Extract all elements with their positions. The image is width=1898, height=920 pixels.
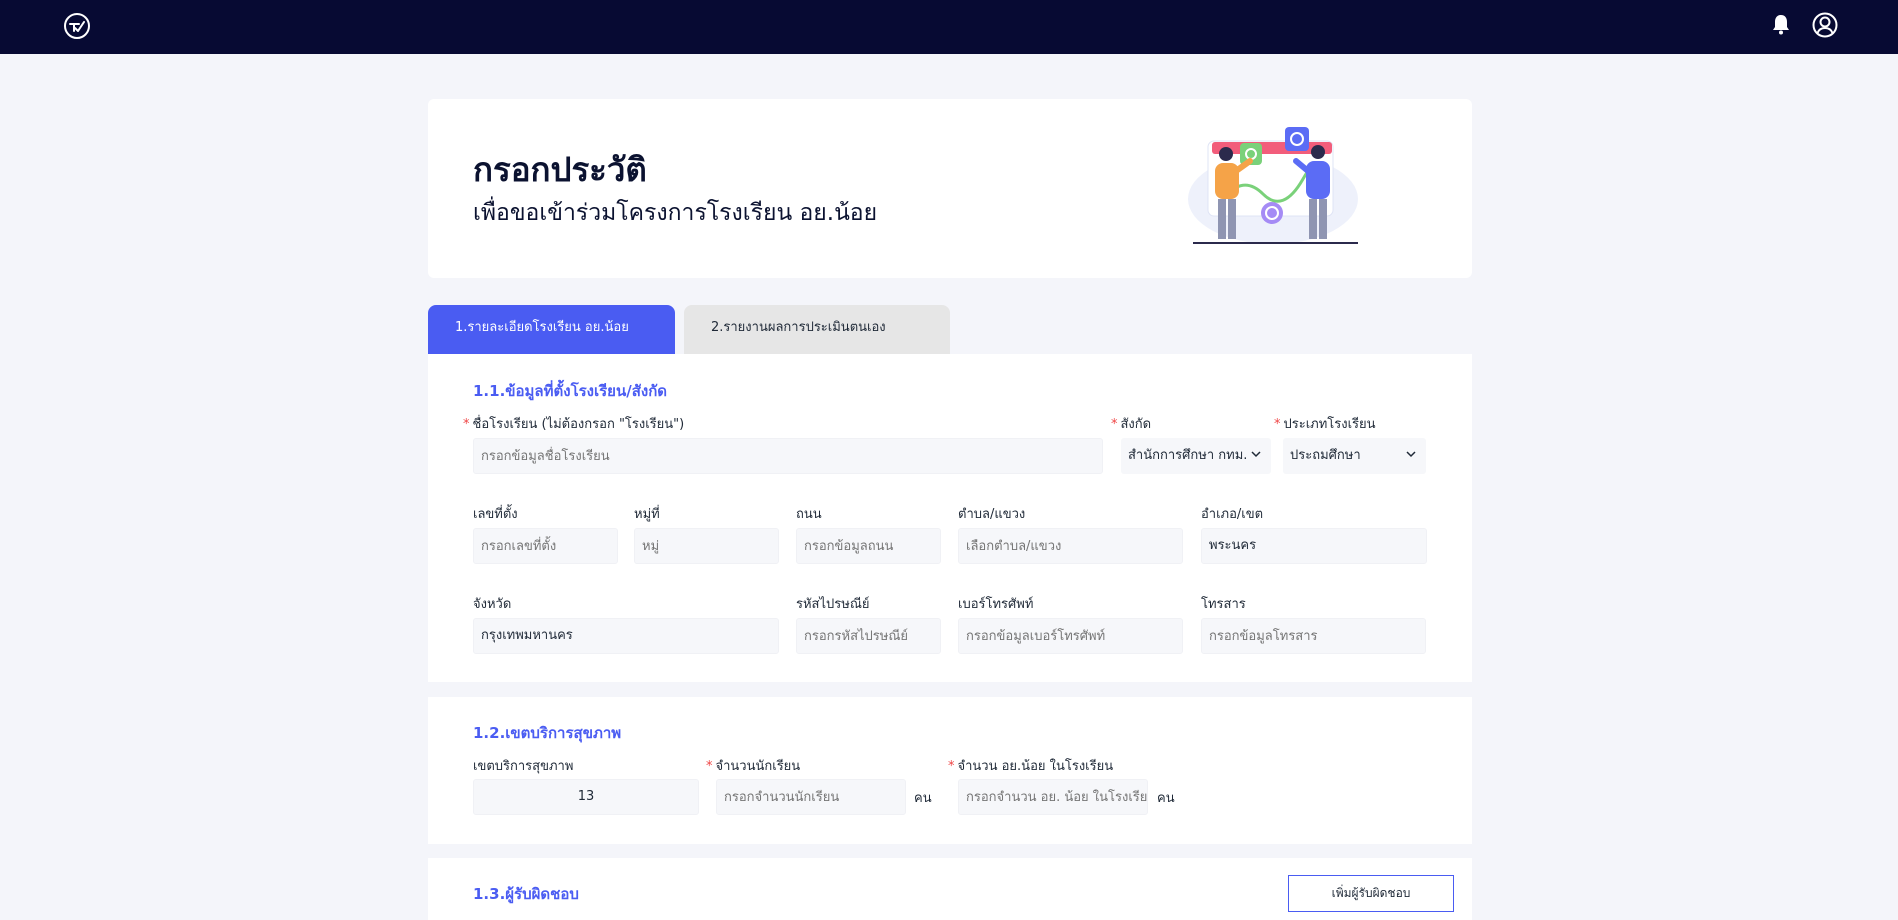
chevron-down-icon bbox=[1251, 451, 1261, 458]
school-type-label: * ประเภทโรงเรียน bbox=[1274, 417, 1376, 432]
section-school-location: 1.1.ข้อมูลที่ตั้งโรงเรียน/สังกัด * ชื่อโร… bbox=[428, 354, 1472, 682]
hero-card: กรอกประวัติ เพื่อขอเข้าร่วมโครงการโรงเรี… bbox=[428, 99, 1472, 278]
section-health-zone: 1.2.เขตบริการสุขภาพ เขตบริการสุขภาพ 13 *… bbox=[428, 697, 1472, 844]
subdistrict-input[interactable] bbox=[958, 528, 1183, 564]
tab-school-details[interactable]: 1.รายละเอียดโรงเรียน อย.น้อย bbox=[428, 305, 675, 354]
oryor-students-input[interactable] bbox=[958, 779, 1148, 815]
phone-label: เบอร์โทรศัพท์ bbox=[958, 597, 1034, 612]
students-label: * จำนวนนักเรียน bbox=[706, 759, 801, 774]
add-responsible-button[interactable]: เพิ่มผู้รับผิดชอบ bbox=[1288, 875, 1454, 912]
students-unit: คน bbox=[914, 791, 932, 806]
oryor-students-unit: คน bbox=[1157, 791, 1175, 806]
province-label: จังหวัด bbox=[473, 597, 512, 612]
fax-input[interactable] bbox=[1201, 618, 1426, 654]
school-type-select[interactable]: ประถมศึกษา bbox=[1283, 438, 1426, 474]
school-name-label: * ชื่อโรงเรียน (ไม่ต้องกรอก "โรงเรียน") bbox=[463, 417, 685, 432]
check-circle-logo-icon[interactable] bbox=[64, 13, 90, 39]
school-name-input[interactable] bbox=[473, 438, 1103, 474]
bell-icon[interactable] bbox=[1771, 13, 1791, 39]
moo-input[interactable] bbox=[634, 528, 779, 564]
moo-label: หมู่ที่ bbox=[634, 507, 660, 522]
people-collaboration-illustration bbox=[1168, 119, 1378, 258]
postcode-label: รหัสไปรษณีย์ bbox=[796, 597, 870, 612]
fax-label: โทรสาร bbox=[1201, 597, 1246, 612]
section-title: 1.1.ข้อมูลที่ตั้งโรงเรียน/สังกัด bbox=[473, 382, 668, 400]
user-circle-icon[interactable] bbox=[1812, 12, 1838, 42]
page-title: กรอกประวัติ bbox=[473, 150, 647, 189]
district-input[interactable]: พระนคร bbox=[1201, 528, 1427, 564]
health-zone-label: เขตบริการสุขภาพ bbox=[473, 759, 574, 774]
road-input[interactable] bbox=[796, 528, 941, 564]
oryor-students-label: * จำนวน อย.น้อย ในโรงเรียน bbox=[948, 759, 1114, 774]
affiliation-label: * สังกัด bbox=[1111, 417, 1152, 432]
affiliation-select[interactable]: สำนักการศึกษา กทม. bbox=[1121, 438, 1271, 474]
subdistrict-label: ตำบล/แขวง bbox=[958, 507, 1026, 522]
health-zone-input[interactable]: 13 bbox=[473, 779, 699, 815]
top-navbar bbox=[0, 0, 1898, 54]
phone-input[interactable] bbox=[958, 618, 1183, 654]
students-input[interactable] bbox=[716, 779, 906, 815]
section-title: 1.2.เขตบริการสุขภาพ bbox=[473, 724, 622, 742]
road-label: ถนน bbox=[796, 507, 822, 522]
section-responsible-person: 1.3.ผู้รับผิดชอบ เพิ่มผู้รับผิดชอบ bbox=[428, 858, 1472, 920]
province-input[interactable]: กรุงเทพมหานคร bbox=[473, 618, 779, 654]
house-no-input[interactable] bbox=[473, 528, 618, 564]
page-subtitle: เพื่อขอเข้าร่วมโครงการโรงเรียน อย.น้อย bbox=[473, 200, 878, 226]
house-no-label: เลขที่ตั้ง bbox=[473, 507, 518, 522]
district-label: อำเภอ/เขต bbox=[1201, 507, 1264, 522]
section-title: 1.3.ผู้รับผิดชอบ bbox=[473, 885, 579, 903]
chevron-down-icon bbox=[1406, 451, 1416, 458]
postcode-input[interactable] bbox=[796, 618, 941, 654]
tab-self-assessment[interactable]: 2.รายงานผลการประเมินตนเอง bbox=[684, 305, 950, 354]
